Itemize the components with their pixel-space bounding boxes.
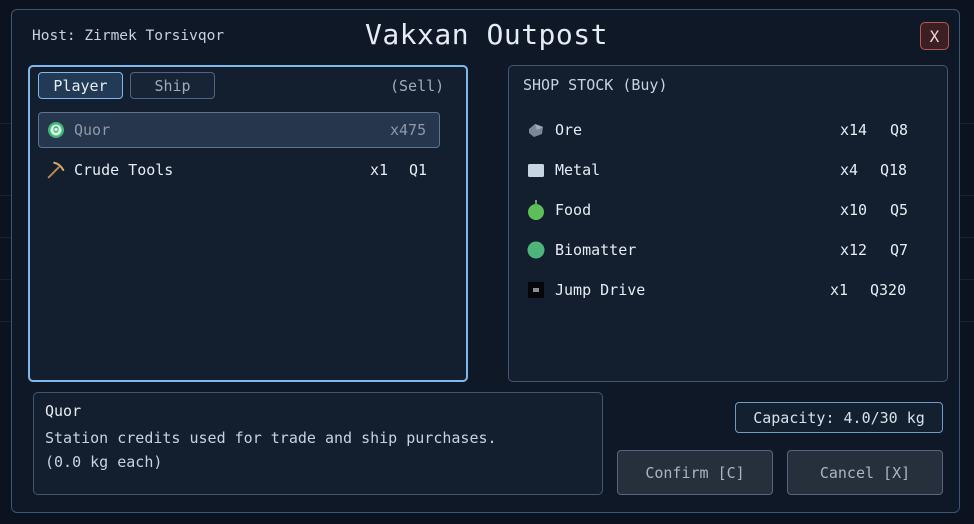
food-fruit-icon: [526, 200, 546, 220]
info-weight: (0.0 kg each): [45, 453, 163, 471]
tab-player[interactable]: Player: [38, 72, 123, 99]
item-price: Q5: [890, 201, 909, 219]
list-item-quor[interactable]: Quor x475: [38, 112, 440, 148]
info-description: Station credits used for trade and ship …: [45, 429, 497, 447]
list-item-metal[interactable]: Metal x4 Q18: [509, 152, 947, 188]
item-price: Q320: [870, 281, 907, 299]
pickaxe-icon: [46, 160, 66, 180]
list-item-food[interactable]: Food x10 Q5: [509, 192, 947, 228]
item-qty: x4: [840, 161, 859, 179]
list-item-biomatter[interactable]: Biomatter x12 Q7: [509, 232, 947, 268]
shop-stock-panel: SHOP STOCK (Buy) Ore x14 Q8 Metal x4 Q18…: [508, 65, 948, 382]
item-qty: x12: [840, 241, 868, 259]
shop-heading: SHOP STOCK (Buy): [523, 76, 668, 94]
item-qty: x1: [830, 281, 849, 299]
item-qty: x1: [370, 161, 389, 179]
trade-dialog: Host: Zirmek Torsivqor Vakxan Outpost X …: [11, 9, 960, 513]
metal-ingot-icon: [526, 160, 546, 180]
item-name: Food: [555, 201, 592, 219]
tab-ship[interactable]: Ship: [130, 72, 215, 99]
item-name: Quor: [74, 121, 111, 139]
item-qty: x14: [840, 121, 868, 139]
quor-coin-icon: [46, 120, 66, 140]
item-name: Ore: [555, 121, 583, 139]
item-name: Crude Tools: [74, 161, 174, 179]
list-item-jump-drive[interactable]: Jump Drive x1 Q320: [509, 272, 947, 308]
item-name: Jump Drive: [555, 281, 646, 299]
sell-mode-label: (Sell): [390, 77, 445, 95]
item-price: Q1: [409, 161, 428, 179]
item-qty: x10: [840, 201, 868, 219]
confirm-button[interactable]: Confirm [C]: [617, 450, 773, 495]
capacity-badge: Capacity: 4.0/30 kg: [735, 402, 943, 433]
info-title: Quor: [45, 402, 82, 420]
jump-drive-chip-icon: [526, 280, 546, 300]
biomatter-orb-icon: [526, 240, 546, 260]
ore-rock-icon: [526, 120, 546, 140]
item-info-box: Quor Station credits used for trade and …: [33, 392, 603, 495]
item-qty: x475: [390, 121, 427, 139]
list-item-crude-tools[interactable]: Crude Tools x1 Q1: [38, 152, 440, 188]
item-price: Q7: [890, 241, 909, 259]
list-item-ore[interactable]: Ore x14 Q8: [509, 112, 947, 148]
close-button[interactable]: X: [920, 22, 949, 50]
item-name: Biomatter: [555, 241, 637, 259]
item-price: Q18: [880, 161, 908, 179]
player-inventory-panel: Player Ship (Sell) Quor x475 Crude Tools…: [28, 65, 468, 382]
cancel-button[interactable]: Cancel [X]: [787, 450, 943, 495]
item-name: Metal: [555, 161, 601, 179]
dialog-title: Vakxan Outpost: [364, 18, 608, 51]
item-price: Q8: [890, 121, 909, 139]
